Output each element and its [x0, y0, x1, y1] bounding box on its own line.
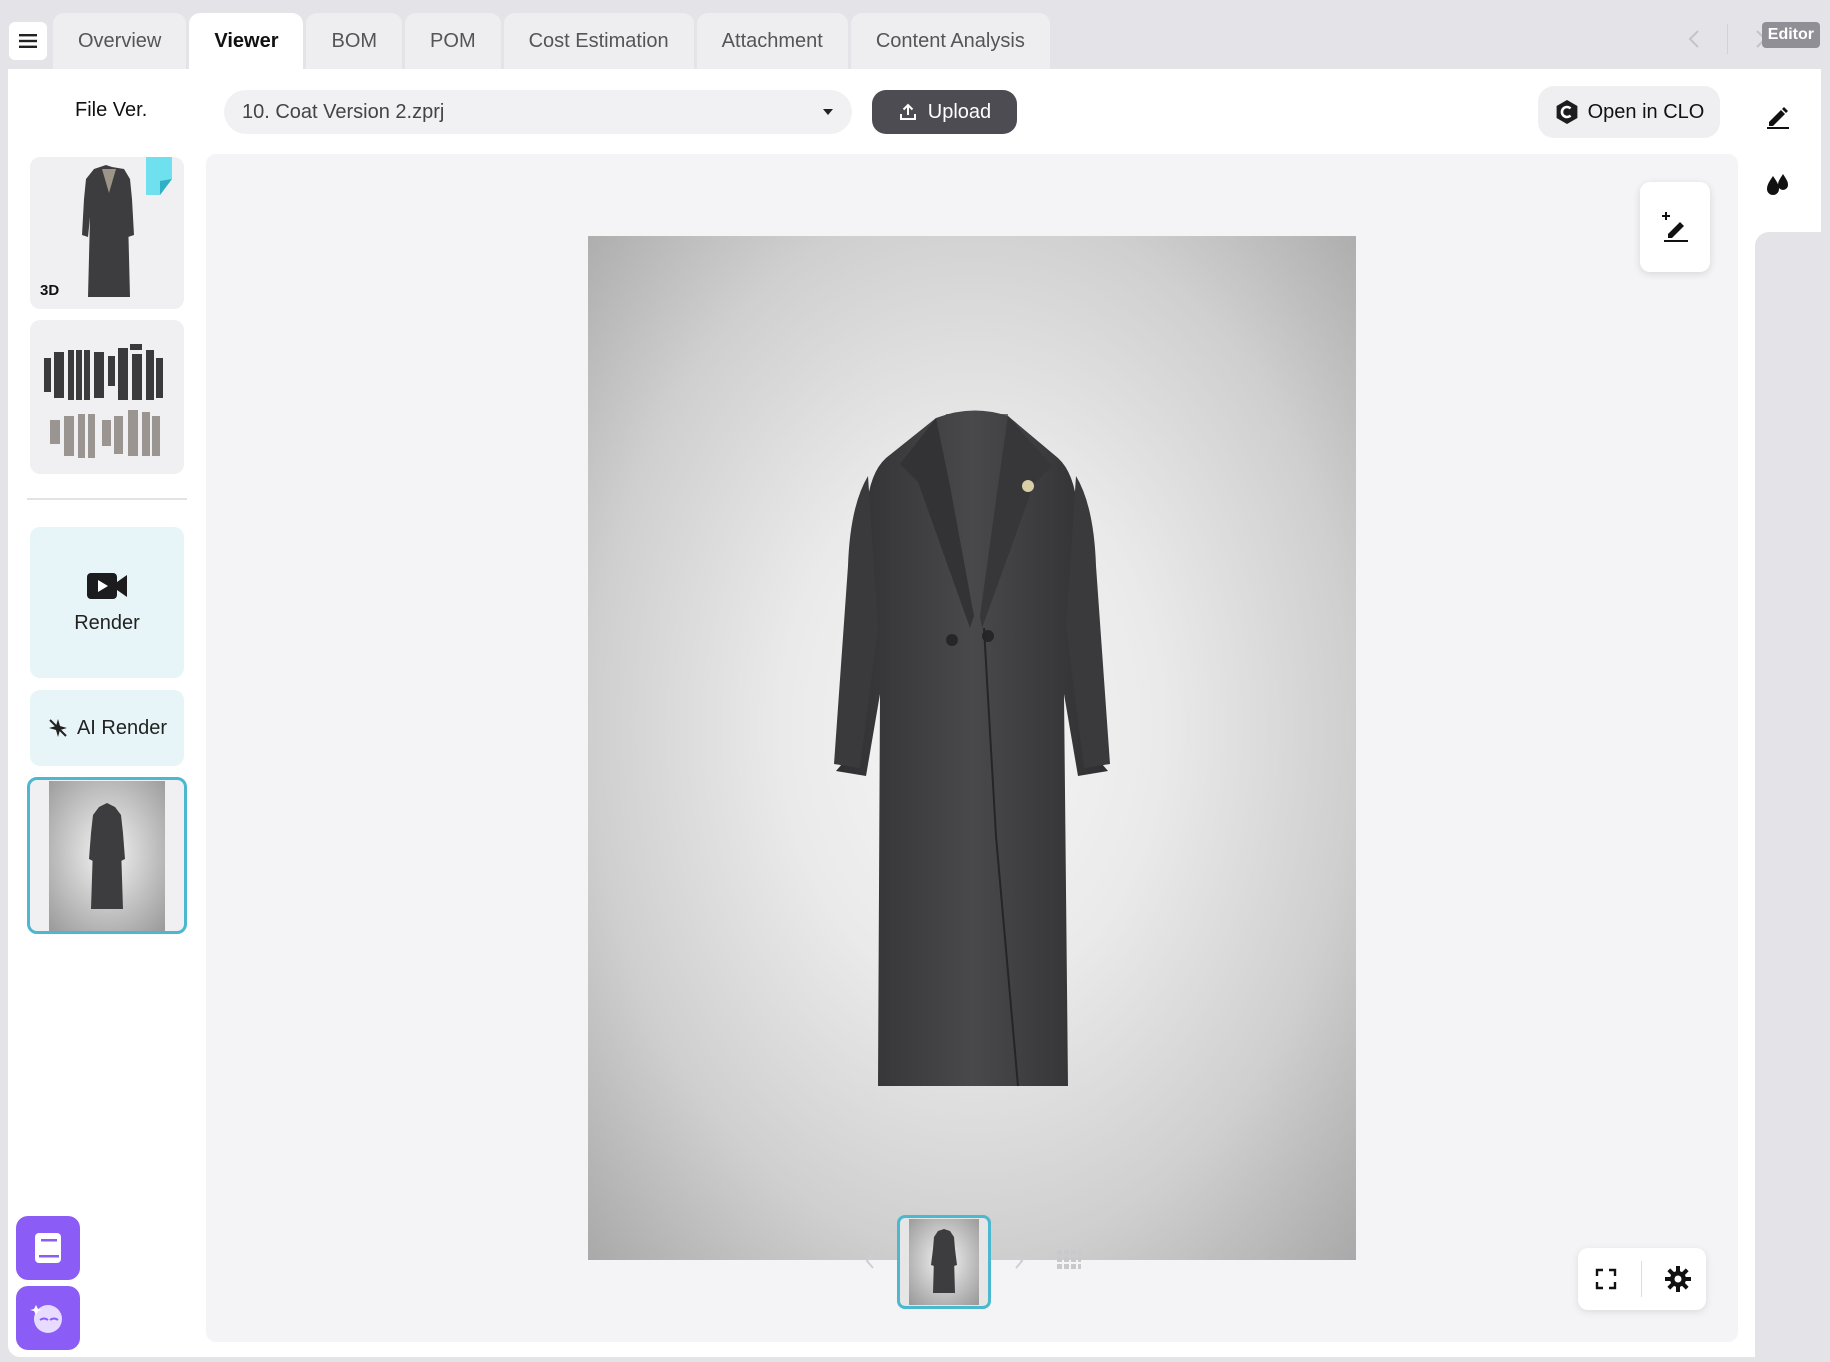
edit-tool-button[interactable] — [1758, 96, 1798, 136]
tab-attachment[interactable]: Attachment — [696, 13, 848, 69]
thumb-3d-badge: 3D — [40, 282, 60, 299]
upload-label: Upload — [927, 100, 992, 123]
render-result-thumbnail[interactable] — [27, 777, 187, 934]
grid-icon — [1057, 1250, 1081, 1269]
tab-bar: Overview Viewer BOM POM Cost Estimation … — [53, 13, 1050, 69]
pattern-pieces-thumbnail — [44, 344, 163, 458]
assistant-icon — [30, 1305, 62, 1333]
app-root: Overview Viewer BOM POM Cost Estimation … — [0, 0, 1830, 1362]
gear-icon — [1665, 1266, 1692, 1292]
strip-thumbnail-1[interactable] — [897, 1215, 991, 1309]
rendered-coat-thumbnail — [49, 780, 165, 931]
bookmark-flag-icon — [146, 157, 172, 195]
file-version-value: 10. Coat Version 2.zprj — [242, 100, 445, 123]
pen-icon — [1767, 107, 1789, 129]
coat-render — [834, 410, 1110, 1087]
add-annotation-icon — [1662, 212, 1688, 242]
rendered-coat-thumbnail — [909, 1219, 979, 1305]
chevron-left-icon — [865, 1253, 874, 1269]
thumb-pattern-view[interactable] — [30, 320, 184, 474]
tab-viewer[interactable]: Viewer — [189, 13, 304, 69]
caret-down-icon — [823, 109, 833, 115]
controls-divider — [1641, 1261, 1643, 1297]
chevron-right-icon — [1015, 1253, 1024, 1269]
upload-icon — [899, 103, 916, 120]
strip-prev-button[interactable] — [860, 1248, 880, 1274]
menu-icon — [19, 34, 37, 48]
viewer-controls — [1578, 1248, 1706, 1310]
rendered-image[interactable] — [588, 236, 1356, 1260]
open-in-clo-label: Open in CLO — [1587, 100, 1705, 123]
tab-pom[interactable]: POM — [405, 13, 501, 69]
chevron-left-icon — [1688, 30, 1699, 48]
file-version-select[interactable]: 10. Coat Version 2.zprj — [224, 90, 852, 134]
render-button[interactable]: Render — [30, 527, 184, 678]
guide-book-button[interactable] — [16, 1216, 80, 1280]
menu-button[interactable] — [9, 22, 47, 60]
tab-bom[interactable]: BOM — [306, 13, 403, 69]
open-in-clo-button[interactable]: Open in CLO — [1538, 86, 1720, 138]
material-tool-button[interactable] — [1758, 165, 1798, 205]
ai-sparkle-icon — [48, 719, 67, 737]
strip-next-button[interactable] — [1009, 1248, 1029, 1274]
ai-render-label: AI Render — [76, 716, 168, 739]
fullscreen-button[interactable] — [1586, 1259, 1626, 1299]
assistant-button[interactable] — [16, 1286, 80, 1350]
drops-icon — [1767, 174, 1788, 195]
video-camera-icon — [87, 573, 127, 599]
sidebar-divider — [27, 498, 187, 500]
add-annotation-button[interactable] — [1640, 182, 1710, 272]
render-label: Render — [74, 612, 140, 634]
tab-content-analysis[interactable]: Content Analysis — [850, 13, 1050, 69]
nav-divider — [1727, 24, 1728, 54]
clo-logo-icon — [1556, 100, 1578, 124]
back-button[interactable] — [1677, 26, 1711, 52]
upload-button[interactable]: Upload — [872, 90, 1017, 134]
book-icon — [35, 1233, 61, 1263]
tab-cost-estimation[interactable]: Cost Estimation — [503, 13, 694, 69]
thumb-3d-view[interactable]: 3D — [30, 157, 184, 309]
grid-view-button[interactable] — [1057, 1250, 1081, 1274]
fullscreen-icon — [1595, 1268, 1617, 1290]
ai-render-button[interactable]: AI Render — [30, 690, 184, 766]
tab-overview[interactable]: Overview — [53, 13, 187, 69]
right-rail-background — [1755, 232, 1830, 1362]
settings-button[interactable] — [1658, 1259, 1698, 1299]
editor-badge: Editor — [1761, 22, 1820, 48]
file-version-label: File Ver. — [75, 99, 148, 121]
